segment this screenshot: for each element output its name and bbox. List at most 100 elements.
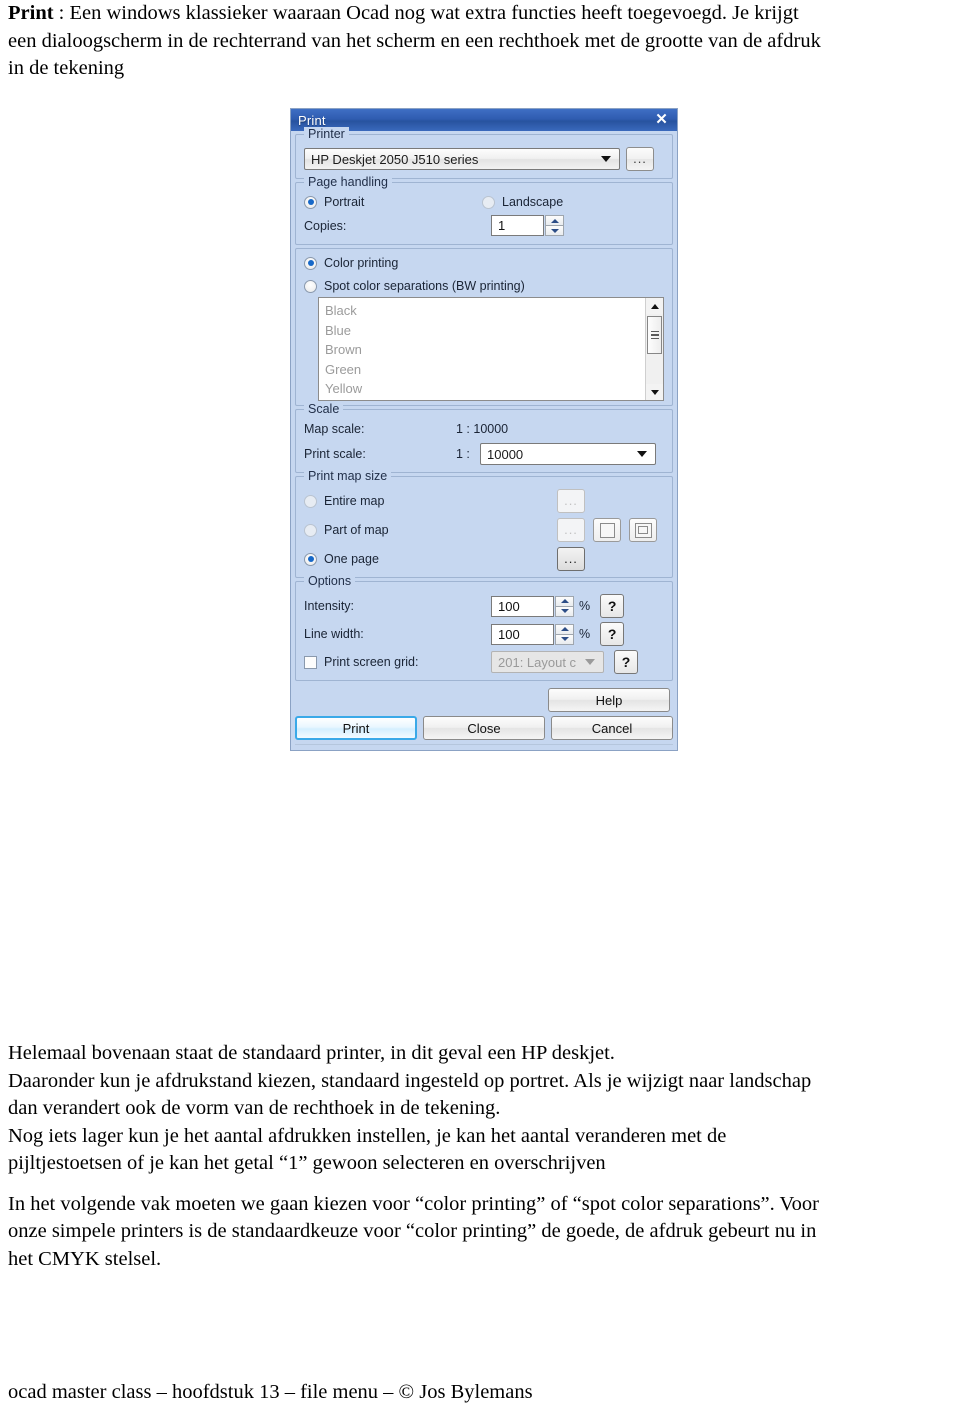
list-item[interactable]: Green: [325, 360, 645, 380]
radio-entire-map[interactable]: Entire map: [304, 494, 557, 508]
radio-part-of-map[interactable]: Part of map: [304, 523, 557, 537]
scroll-down-arrow-icon[interactable]: [646, 384, 663, 400]
copies-stepper-down[interactable]: [545, 225, 564, 236]
close-icon[interactable]: ✕: [653, 111, 670, 128]
copies-label: Copies:: [304, 218, 347, 233]
intensity-help-button[interactable]: ?: [600, 594, 625, 618]
intro-lead-bold: Print: [8, 2, 54, 24]
dialog-titlebar: Print ✕: [291, 109, 677, 131]
entire-map-options-label: ...: [564, 493, 578, 508]
intensity-label: Intensity:: [304, 599, 355, 613]
triangle-down-icon: [560, 637, 569, 641]
print-button[interactable]: Print: [295, 716, 417, 740]
scale-group-legend: Scale: [304, 402, 344, 416]
print-screen-grid-checkbox[interactable]: Print screen grid:: [304, 655, 491, 669]
line-width-help-button[interactable]: ?: [600, 622, 625, 646]
intensity-input[interactable]: 100: [491, 595, 554, 617]
triangle-down-icon: [550, 228, 559, 233]
radio-color-printing-indicator: [304, 256, 317, 270]
entire-map-options-button[interactable]: ...: [557, 489, 585, 513]
radio-spot-separations-indicator: [304, 279, 317, 293]
printer-properties-label: ...: [633, 151, 647, 166]
cancel-button-label: Cancel: [591, 720, 633, 736]
dialog-action-row: Print Close Cancel: [295, 716, 673, 742]
dialog-body: Printer HP Deskjet 2050 J510 series ... …: [291, 127, 677, 750]
print-screen-grid-help-button[interactable]: ?: [614, 650, 638, 674]
dialog-title: Print: [298, 112, 326, 128]
intensity-stepper[interactable]: [555, 595, 574, 617]
printer-group: Printer HP Deskjet 2050 J510 series ...: [295, 127, 673, 179]
radio-color-printing[interactable]: Color printing: [304, 256, 398, 270]
line-width-label: Line width:: [304, 627, 364, 641]
radio-one-page-indicator: [304, 552, 317, 566]
print-screen-grid-select[interactable]: 201: Layout c: [491, 651, 604, 673]
print-screen-grid-value: 201: Layout c: [498, 654, 577, 670]
body-p2-line2: onze simpele printers is de standaardkeu…: [8, 1220, 817, 1242]
printer-select-value: HP Deskjet 2050 J510 series: [311, 151, 479, 167]
radio-entire-map-indicator: [304, 494, 317, 508]
print-scale-value: 10000: [487, 446, 524, 462]
triangle-down-icon: [560, 609, 569, 613]
line-width-help-label: ?: [607, 626, 617, 642]
intro-line-2: een dialoogscherm in de rechterrand van …: [8, 29, 821, 52]
line-width-input[interactable]: 100: [491, 623, 554, 645]
radio-landscape-label: Landscape: [502, 195, 564, 209]
triangle-up-icon: [560, 627, 569, 631]
close-button[interactable]: Close: [423, 716, 545, 740]
intensity-stepper-up[interactable]: [555, 595, 574, 606]
page-handling-group: Page handling Portrait Landscape Copies:: [295, 175, 673, 245]
cancel-button[interactable]: Cancel: [551, 716, 673, 740]
print-scale-prefix: 1 :: [456, 447, 470, 461]
radio-spot-separations[interactable]: Spot color separations (BW printing): [304, 279, 525, 293]
radio-spot-separations-label: Spot color separations (BW printing): [324, 279, 525, 293]
intensity-stepper-down[interactable]: [555, 605, 574, 617]
list-item[interactable]: Black: [325, 301, 645, 321]
triangle-up-icon: [550, 218, 559, 223]
line-width-stepper-up[interactable]: [555, 623, 574, 634]
chevron-down-icon: [585, 659, 595, 665]
copies-stepper[interactable]: [545, 215, 564, 236]
radio-portrait-indicator: [304, 195, 317, 209]
radio-landscape[interactable]: Landscape: [482, 195, 563, 209]
part-of-map-options-button[interactable]: ...: [557, 518, 585, 542]
map-scale-value: 1 : 10000: [456, 422, 509, 436]
chevron-down-icon: [637, 451, 647, 457]
printer-properties-button[interactable]: ...: [626, 147, 654, 171]
body-p1-line3: dan verandert ook de vorm van de rechtho…: [8, 1097, 501, 1119]
page-rectangle-icon-button[interactable]: [593, 518, 621, 542]
spot-colors-listbox[interactable]: Black Blue Brown Green Yellow: [318, 297, 664, 401]
print-map-size-group: Print map size Entire map ... Part of ma…: [295, 469, 673, 578]
radio-part-of-map-indicator: [304, 523, 317, 537]
page-nested-rectangle-icon-button[interactable]: [629, 518, 657, 542]
scrollbar-thumb[interactable]: [647, 316, 662, 354]
help-button[interactable]: Help: [548, 688, 670, 712]
line-width-stepper-down[interactable]: [555, 633, 574, 645]
options-group: Options Intensity: 100 % ? Line width: 1…: [295, 574, 673, 681]
printer-select[interactable]: HP Deskjet 2050 J510 series: [304, 148, 620, 170]
radio-one-page[interactable]: One page: [304, 552, 557, 566]
intensity-value: 100: [498, 598, 520, 614]
print-map-size-legend: Print map size: [304, 469, 392, 483]
print-scale-select[interactable]: 10000: [480, 443, 656, 465]
options-group-legend: Options: [304, 574, 356, 588]
copies-input[interactable]: 1: [491, 215, 544, 236]
dialog-bottom-divider: [295, 744, 673, 745]
print-button-label: Print: [342, 720, 370, 736]
line-width-stepper[interactable]: [555, 623, 574, 645]
spot-colors-scrollbar[interactable]: [645, 298, 663, 400]
radio-portrait[interactable]: Portrait: [304, 195, 482, 209]
one-page-options-button[interactable]: ...: [557, 547, 585, 571]
page-rectangle-icon: [599, 522, 615, 538]
copies-stepper-up[interactable]: [545, 215, 564, 225]
copies-value: 1: [498, 218, 506, 233]
intro-line-3: in de tekening: [8, 57, 125, 79]
line-width-unit: %: [579, 627, 591, 641]
intro-paragraph: Print : Een windows klassieker waaraan O…: [8, 0, 952, 83]
line-width-value: 100: [498, 626, 520, 642]
scroll-up-arrow-icon[interactable]: [646, 298, 663, 314]
print-scale-label: Print scale:: [304, 447, 366, 461]
list-item[interactable]: Brown: [325, 340, 645, 360]
list-item[interactable]: Blue: [325, 321, 645, 341]
list-item[interactable]: Yellow: [325, 379, 645, 399]
body-p1-line2: Daaronder kun je afdrukstand kiezen, sta…: [8, 1069, 812, 1092]
